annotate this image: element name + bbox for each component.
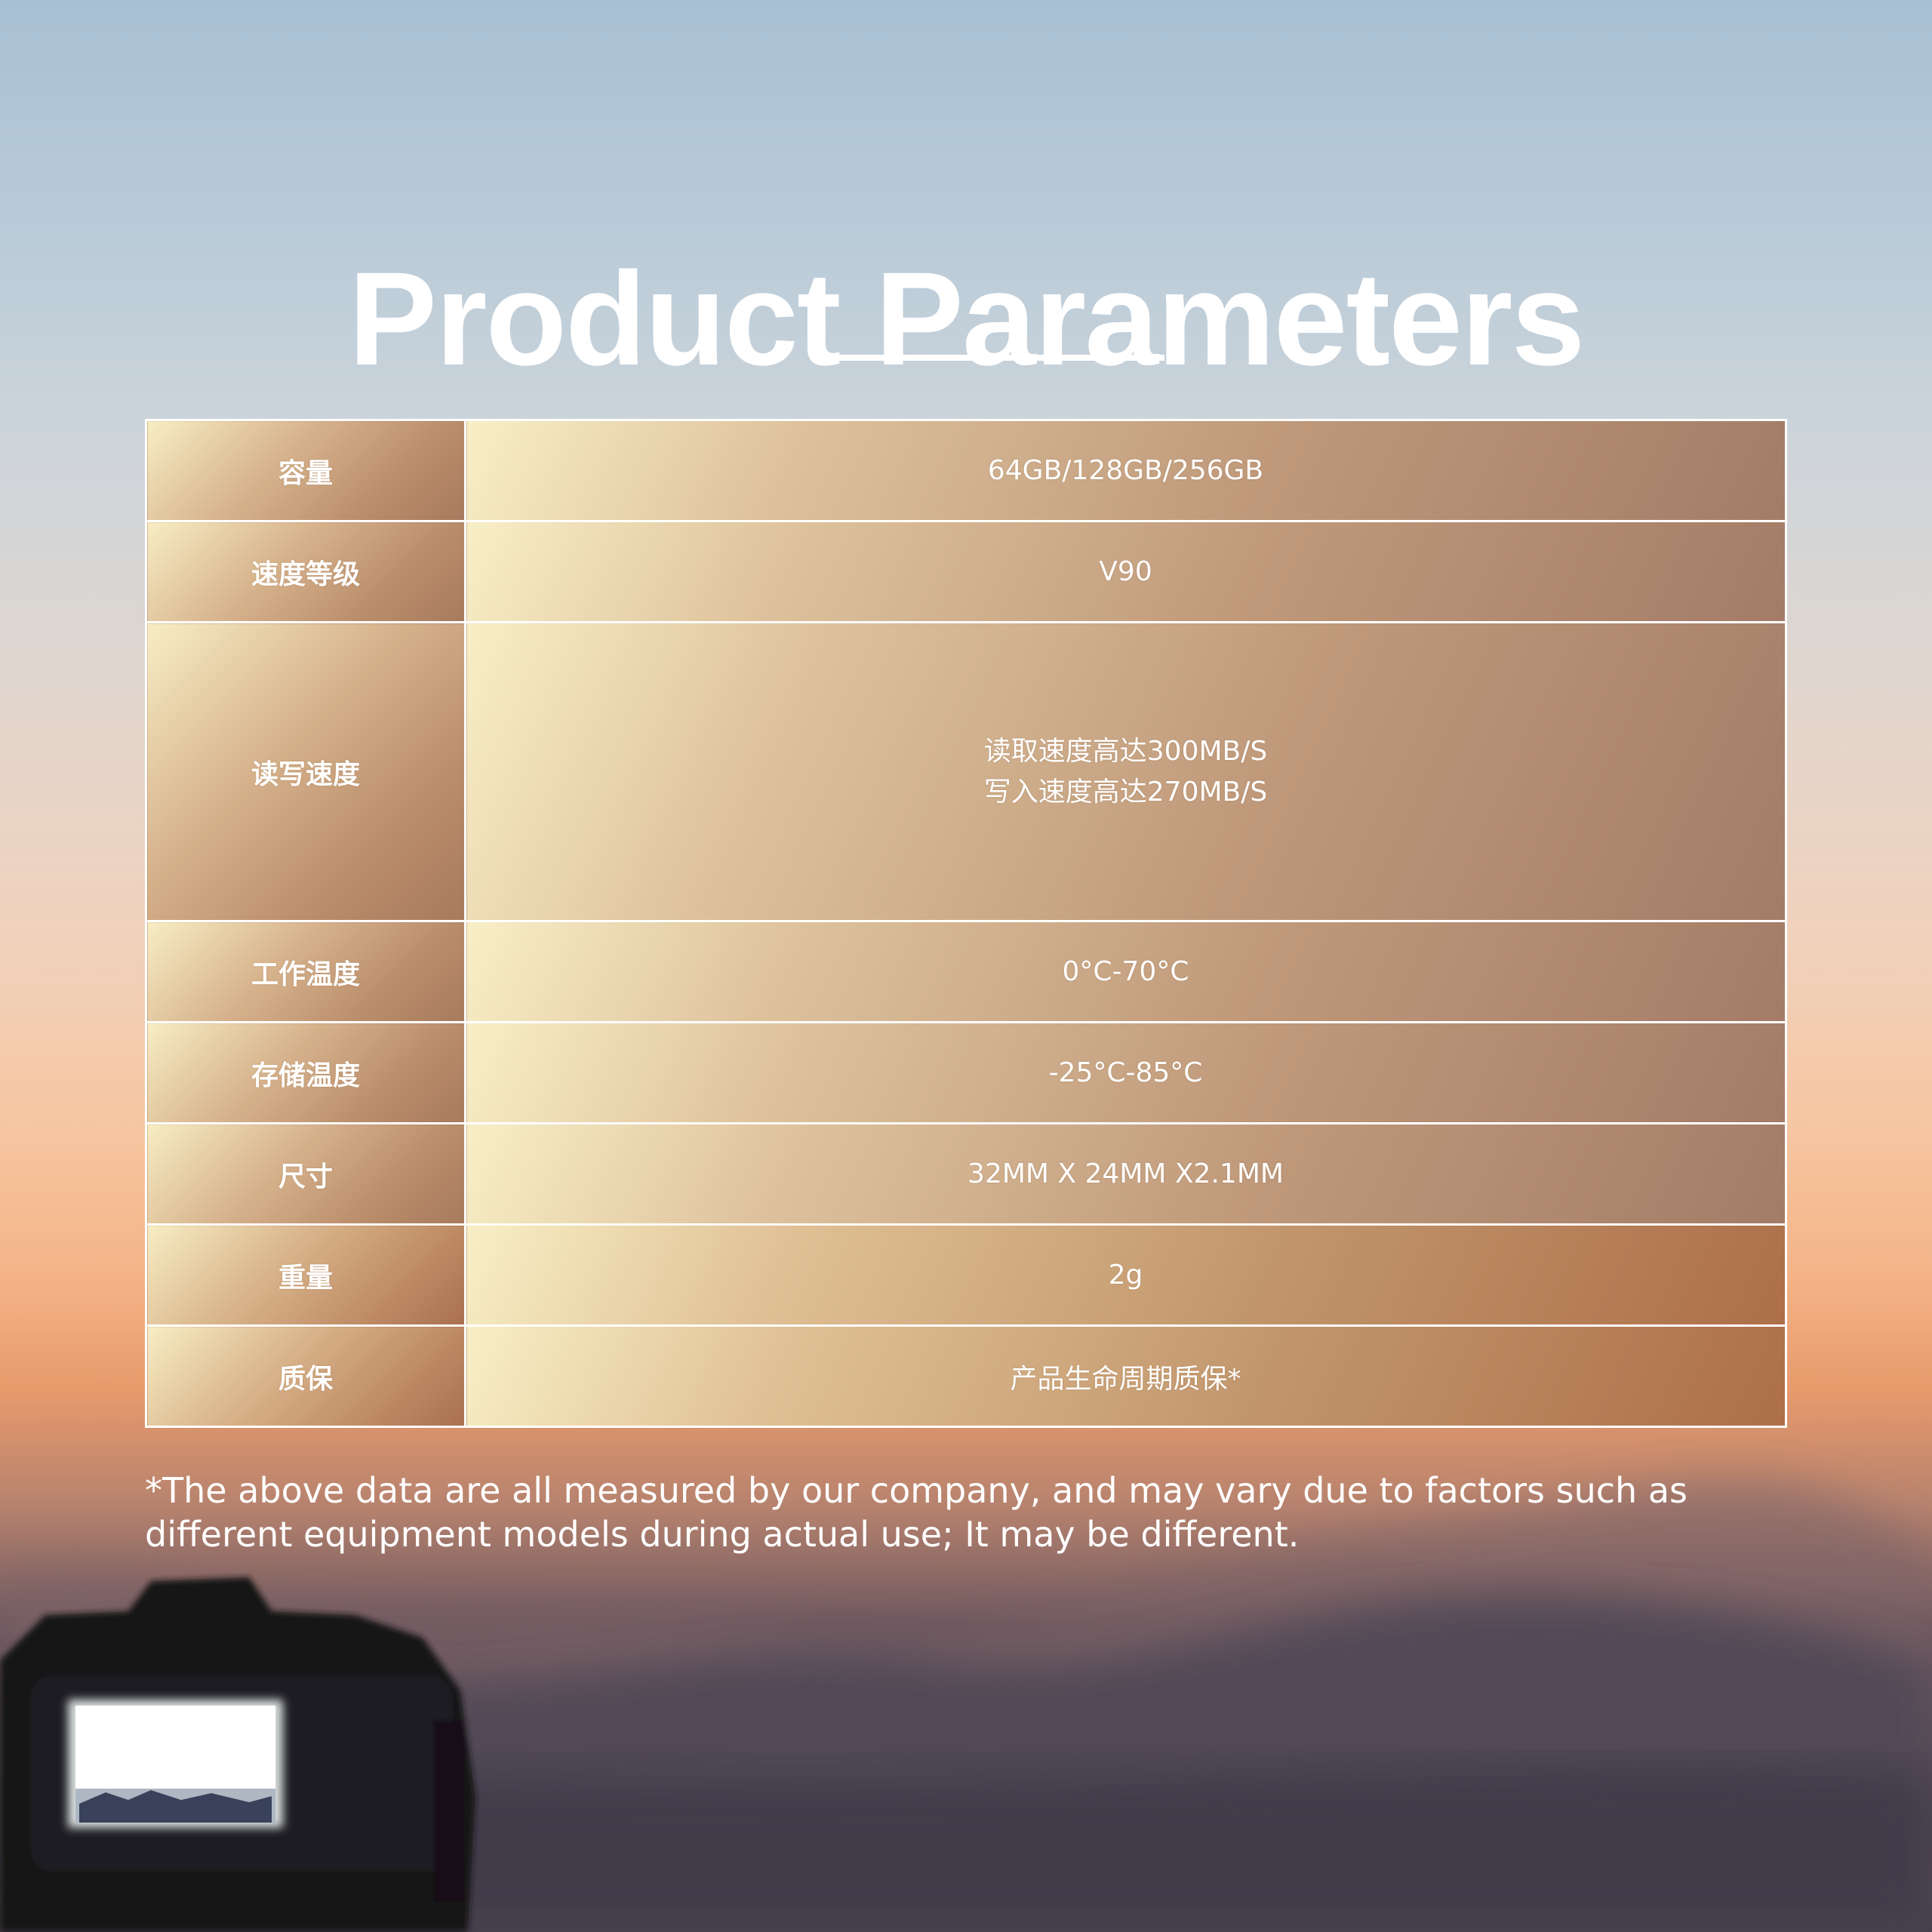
- row-value-read-write-speed: 读取速度高达300MB/S 写入速度高达270MB/S: [464, 621, 1787, 922]
- title-divider: [834, 355, 1164, 361]
- page-title: Product Parameters: [348, 245, 1586, 393]
- table-row: 工作温度 0°C-70°C: [145, 920, 1787, 1023]
- row-value-speed-class: V90: [464, 520, 1787, 623]
- camera-silhouette: [0, 1577, 475, 1932]
- table-row: 质保 产品生命周期质保*: [145, 1324, 1787, 1428]
- row-label-capacity: 容量: [145, 419, 466, 522]
- table-row: 尺寸 32MM X 24MM X2.1MM: [145, 1122, 1787, 1226]
- row-label-dimensions: 尺寸: [145, 1122, 466, 1226]
- row-label-storage-temp: 存储温度: [145, 1021, 466, 1124]
- row-label-weight: 重量: [145, 1223, 466, 1327]
- row-label-read-write-speed: 读写速度: [145, 621, 466, 922]
- read-speed-text: 读取速度高达300MB/S: [983, 735, 1268, 767]
- disclaimer-footnote: *The above data are all measured by our …: [145, 1470, 1687, 1555]
- row-label-operating-temp: 工作温度: [145, 920, 466, 1023]
- parameters-table: 容量 64GB/128GB/256GB 速度等级 V90 读写速度 读取速度高达…: [145, 419, 1787, 1428]
- write-speed-text: 写入速度高达270MB/S: [983, 776, 1268, 808]
- row-value-operating-temp: 0°C-70°C: [464, 920, 1787, 1023]
- table-row: 重量 2g: [145, 1223, 1787, 1327]
- table-row: 速度等级 V90: [145, 520, 1787, 623]
- row-value-warranty: 产品生命周期质保*: [464, 1324, 1787, 1428]
- table-row: 读写速度 读取速度高达300MB/S 写入速度高达270MB/S: [145, 621, 1787, 922]
- row-value-storage-temp: -25°C-85°C: [464, 1021, 1787, 1124]
- row-label-warranty: 质保: [145, 1324, 466, 1428]
- table-row: 存储温度 -25°C-85°C: [145, 1021, 1787, 1124]
- table-row: 容量 64GB/128GB/256GB: [145, 419, 1787, 522]
- row-label-speed-class: 速度等级: [145, 520, 466, 623]
- row-value-weight: 2g: [464, 1223, 1787, 1327]
- row-value-dimensions: 32MM X 24MM X2.1MM: [464, 1122, 1787, 1226]
- row-value-capacity: 64GB/128GB/256GB: [464, 419, 1787, 522]
